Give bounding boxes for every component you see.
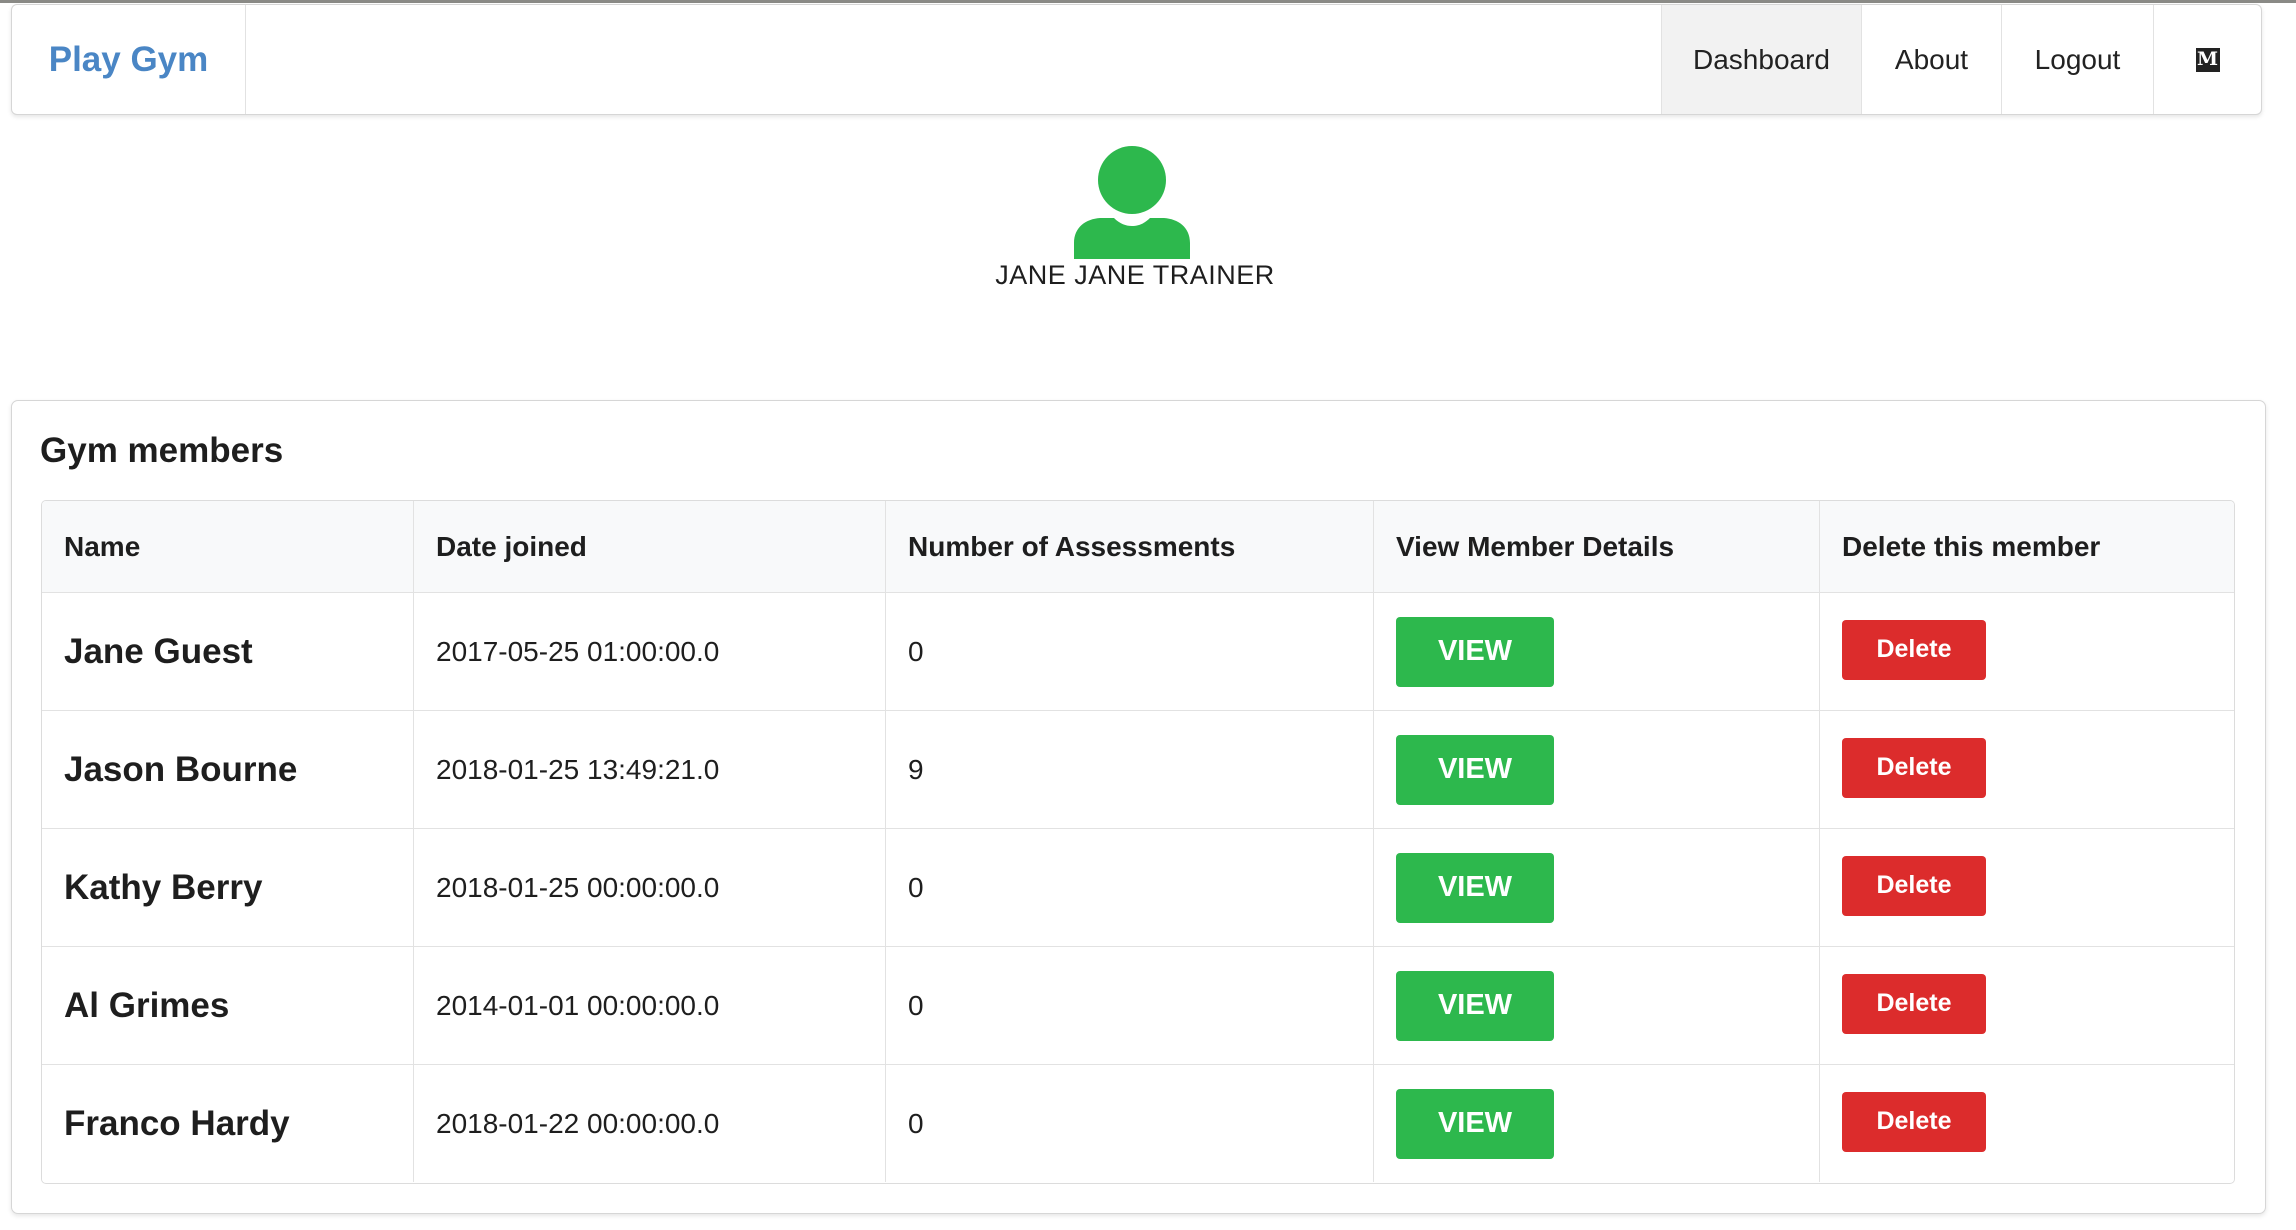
column-header-view: View Member Details (1373, 501, 1819, 592)
table-row: Kathy Berry 2018-01-25 00:00:00.0 0 VIEW… (42, 828, 2234, 946)
member-date-joined: 2018-01-25 13:49:21.0 (413, 711, 885, 828)
view-cell: VIEW (1373, 1065, 1819, 1182)
delete-button[interactable]: Delete (1842, 855, 1986, 916)
members-table: Name Date joined Number of Assessments V… (41, 500, 2235, 1184)
nav-item-about[interactable]: About (1861, 5, 2001, 114)
member-assessments: 0 (885, 947, 1373, 1064)
navbar: Play Gym Dashboard About Logout M (11, 4, 2262, 115)
member-date-joined: 2014-01-01 00:00:00.0 (413, 947, 885, 1064)
member-name: Jason Bourne (64, 749, 298, 789)
card-title: Gym members (40, 431, 284, 470)
delete-cell: Delete (1819, 593, 2234, 710)
delete-button[interactable]: Delete (1842, 619, 1986, 680)
nav-item-medium[interactable]: M (2153, 5, 2261, 114)
view-cell: VIEW (1373, 947, 1819, 1064)
column-header-date-joined: Date joined (413, 501, 885, 592)
member-name: Franco Hardy (64, 1103, 290, 1143)
member-assessments: 0 (885, 1065, 1373, 1182)
nav-item-logout[interactable]: Logout (2001, 5, 2153, 114)
view-button[interactable]: VIEW (1396, 852, 1554, 923)
column-header-name: Name (64, 530, 141, 562)
table-header: Name Date joined Number of Assessments V… (42, 501, 2234, 592)
delete-cell: Delete (1819, 711, 2234, 828)
delete-button[interactable]: Delete (1842, 1091, 1986, 1152)
medium-icon: M (2195, 47, 2220, 72)
window-top-border (0, 0, 2296, 3)
member-assessments: 0 (885, 593, 1373, 710)
brand-link[interactable]: Play Gym (12, 5, 246, 114)
members-card: Gym members Name Date joined Number of A… (11, 400, 2266, 1214)
nav-menu: Dashboard About Logout M (1661, 5, 2261, 114)
view-cell: VIEW (1373, 829, 1819, 946)
table-row: Franco Hardy 2018-01-22 00:00:00.0 0 VIE… (42, 1064, 2234, 1182)
member-name: Al Grimes (64, 985, 230, 1025)
trainer-name: JANE JANE TRAINER (995, 260, 1275, 290)
delete-cell: Delete (1819, 947, 2234, 1064)
member-name: Jane Guest (64, 631, 253, 671)
view-cell: VIEW (1373, 593, 1819, 710)
member-date-joined: 2017-05-25 01:00:00.0 (413, 593, 885, 710)
nav-item-dashboard[interactable]: Dashboard (1661, 5, 1861, 114)
column-header-delete: Delete this member (1819, 501, 2234, 592)
member-name: Kathy Berry (64, 867, 263, 907)
delete-cell: Delete (1819, 1065, 2234, 1182)
table-row: Al Grimes 2014-01-01 00:00:00.0 0 VIEW D… (42, 946, 2234, 1064)
view-button[interactable]: VIEW (1396, 1088, 1554, 1159)
member-assessments: 9 (885, 711, 1373, 828)
view-cell: VIEW (1373, 711, 1819, 828)
view-button[interactable]: VIEW (1396, 734, 1554, 805)
view-button[interactable]: VIEW (1396, 616, 1554, 687)
view-button[interactable]: VIEW (1396, 970, 1554, 1041)
member-date-joined: 2018-01-22 00:00:00.0 (413, 1065, 885, 1182)
user-icon (1074, 146, 1190, 259)
table-row: Jane Guest 2017-05-25 01:00:00.0 0 VIEW … (42, 592, 2234, 710)
delete-button[interactable]: Delete (1842, 737, 1986, 798)
column-header-assessments: Number of Assessments (885, 501, 1373, 592)
table-row: Jason Bourne 2018-01-25 13:49:21.0 9 VIE… (42, 710, 2234, 828)
member-assessments: 0 (885, 829, 1373, 946)
delete-button[interactable]: Delete (1842, 973, 1986, 1034)
member-date-joined: 2018-01-25 00:00:00.0 (413, 829, 885, 946)
delete-cell: Delete (1819, 829, 2234, 946)
